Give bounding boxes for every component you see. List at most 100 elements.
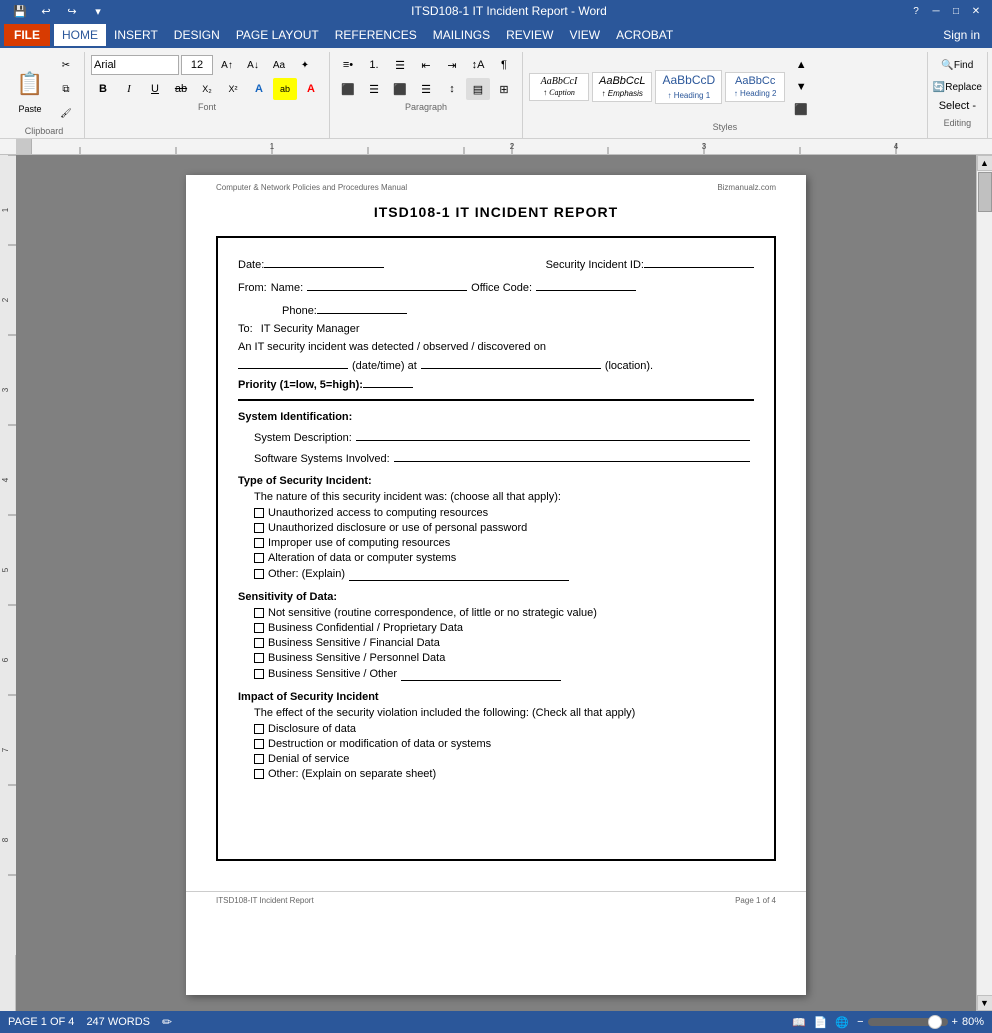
customize-qat-button[interactable]: ▾ [86,0,110,22]
font-color-button[interactable]: A [299,78,323,100]
incident-location-field[interactable] [421,355,601,369]
scroll-track[interactable] [977,171,992,995]
checkbox-sq-i1[interactable] [254,724,264,734]
incident-date-field[interactable] [238,355,348,369]
signin-button[interactable]: Sign in [935,24,988,46]
checkbox-sq-2[interactable] [254,523,264,533]
style-heading1[interactable]: AaBbCcD↑ Heading 1 [655,70,722,104]
strikethrough-button[interactable]: ab [169,78,193,100]
other-explain-field[interactable] [349,567,569,581]
zoom-in-button[interactable]: + [952,1016,958,1028]
decrease-font-button[interactable]: A↓ [241,54,265,76]
maximize-button[interactable]: □ [948,3,964,19]
borders-button[interactable]: ⊞ [492,78,516,100]
menu-view[interactable]: VIEW [561,24,608,46]
shading-button[interactable]: ▤ [466,78,490,100]
scroll-thumb[interactable] [978,172,992,212]
redo-button[interactable]: ↪ [60,0,84,22]
undo-button[interactable]: ↩ [34,0,58,22]
menu-review[interactable]: REVIEW [498,24,561,46]
decrease-indent-button[interactable]: ⇤ [414,54,438,76]
styles-scroll-down[interactable]: ▼ [789,76,813,98]
menu-page-layout[interactable]: PAGE LAYOUT [228,24,327,46]
menu-insert[interactable]: INSERT [106,24,166,46]
name-field[interactable] [307,277,467,291]
checkbox-sq-s4[interactable] [254,653,264,663]
select-dropdown[interactable]: Select - [934,98,981,114]
sys-desc-field[interactable] [356,427,750,441]
menu-references[interactable]: REFERENCES [327,24,425,46]
minimize-button[interactable]: ─ [928,3,944,19]
checkbox-sq-3[interactable] [254,538,264,548]
numbering-button[interactable]: 1. [362,54,386,76]
checkbox-sq-i2[interactable] [254,739,264,749]
view-read-button[interactable]: 📖 [792,1016,806,1029]
zoom-out-button[interactable]: − [857,1016,863,1028]
menu-home[interactable]: HOME [54,24,106,46]
align-left-button[interactable]: ⬛ [336,78,360,100]
styles-more[interactable]: ⬛ [789,98,813,120]
format-painter-button[interactable]: 🖌 [54,102,78,124]
zoom-slider-thumb[interactable] [928,1015,942,1029]
justify-button[interactable]: ☰ [414,78,438,100]
find-button[interactable]: 🔍 Find [945,54,969,76]
bold-button[interactable]: B [91,78,115,100]
checkbox-sq-s2[interactable] [254,623,264,633]
checkbox-sq-4[interactable] [254,553,264,563]
paste-button[interactable]: 📋 [10,64,50,104]
zoom-slider-track[interactable] [868,1018,948,1026]
priority-field[interactable] [363,374,413,388]
align-center-button[interactable]: ☰ [362,78,386,100]
show-hide-button[interactable]: ¶ [492,54,516,76]
scroll-down-button[interactable]: ▼ [977,995,992,1011]
quick-access-toolbar[interactable]: 💾 ↩ ↪ ▾ [8,0,110,22]
file-menu-button[interactable]: FILE [4,24,50,46]
style-caption[interactable]: AaBbCcI↑ Caption [529,73,589,101]
window-controls[interactable]: ? ─ □ ✕ [908,3,984,19]
save-button[interactable]: 💾 [8,0,32,22]
text-effects-button[interactable]: A [247,78,271,100]
increase-font-button[interactable]: A↑ [215,54,239,76]
font-size-input[interactable] [181,55,213,75]
help-button[interactable]: ? [908,3,924,19]
highlight-button[interactable]: ab [273,78,297,100]
line-spacing-button[interactable]: ↕ [440,78,464,100]
multilevel-list-button[interactable]: ☰ [388,54,412,76]
phone-field[interactable] [317,300,407,314]
date-field[interactable] [264,254,384,268]
menu-acrobat[interactable]: ACROBAT [608,24,681,46]
align-right-button[interactable]: ⬛ [388,78,412,100]
change-case-button[interactable]: Aa [267,54,291,76]
replace-button[interactable]: 🔄 Replace [945,76,969,98]
underline-button[interactable]: U [143,78,167,100]
style-emphasis[interactable]: AaBbCcL↑ Emphasis [592,72,652,102]
view-web-button[interactable]: 🌐 [835,1016,849,1029]
cut-button[interactable]: ✂ [54,54,78,76]
view-print-button[interactable]: 📄 [814,1016,828,1029]
superscript-button[interactable]: X² [221,78,245,100]
proofing-icon[interactable]: ✏ [162,1015,172,1029]
font-name-input[interactable] [91,55,179,75]
sort-button[interactable]: ↕A [466,54,490,76]
office-code-field[interactable] [536,277,636,291]
checkbox-sq-i4[interactable] [254,769,264,779]
checkbox-sq-s3[interactable] [254,638,264,648]
bullets-button[interactable]: ≡• [336,54,360,76]
styles-scroll-up[interactable]: ▲ [789,54,813,76]
sens-other-field[interactable] [401,667,561,681]
italic-button[interactable]: I [117,78,141,100]
checkbox-sq-s5[interactable] [254,669,264,679]
security-id-field[interactable] [644,254,754,268]
menu-design[interactable]: DESIGN [166,24,228,46]
checkbox-sq-1[interactable] [254,508,264,518]
checkbox-sq-i3[interactable] [254,754,264,764]
checkbox-sq-s1[interactable] [254,608,264,618]
sw-sys-field[interactable] [394,448,750,462]
clear-format-button[interactable]: ✦ [293,54,317,76]
menu-mailings[interactable]: MAILINGS [425,24,498,46]
scroll-up-button[interactable]: ▲ [977,155,992,171]
style-heading2[interactable]: AaBbCc↑ Heading 2 [725,72,785,102]
checkbox-sq-5[interactable] [254,569,264,579]
document-area[interactable]: Computer & Network Policies and Procedur… [16,155,976,1011]
subscript-button[interactable]: X₂ [195,78,219,100]
